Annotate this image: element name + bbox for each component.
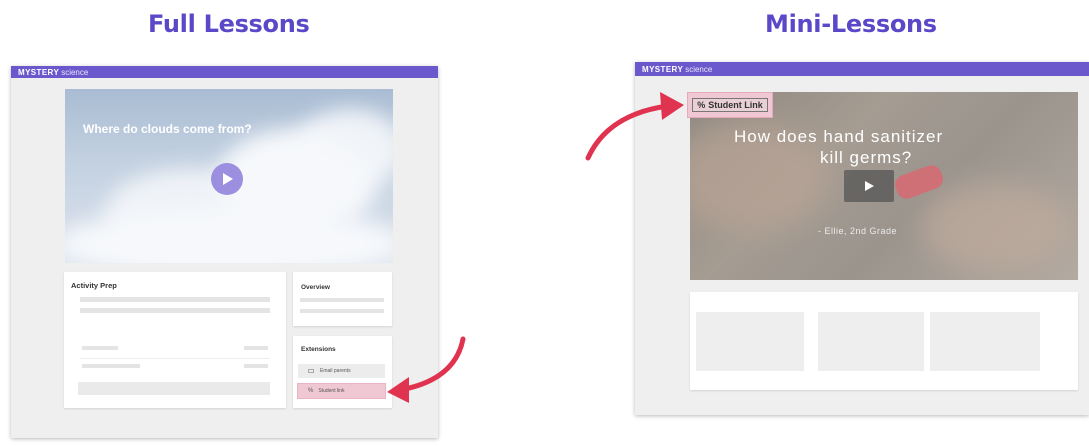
- placeholder-line: [80, 297, 270, 302]
- top-navigation-bar: MYSTERY science: [11, 66, 438, 78]
- activity-prep-title: Activity Prep: [71, 281, 117, 290]
- divider: [80, 358, 270, 359]
- full-lesson-screenshot: MYSTERY science Where do clouds come fro…: [11, 66, 438, 438]
- placeholder-box: [930, 312, 1040, 371]
- bottle-cap: [892, 162, 946, 202]
- link-icon: %: [697, 100, 706, 110]
- link-icon: %: [308, 388, 314, 394]
- logo-science-text: science: [61, 67, 89, 77]
- overview-title: Overview: [301, 284, 330, 291]
- play-icon: [223, 173, 233, 185]
- placeholder-block: [78, 382, 270, 395]
- play-button[interactable]: [844, 170, 894, 202]
- extensions-title: Extensions: [301, 346, 336, 353]
- student-link-button[interactable]: % Student Link: [687, 92, 773, 118]
- cloud-shape: [65, 209, 393, 263]
- mini-lessons-heading: Mini-Lessons: [765, 10, 937, 38]
- top-navigation-bar: MYSTERY science: [635, 62, 1089, 76]
- activities-card: [690, 292, 1078, 390]
- placeholder-line: [80, 308, 270, 313]
- placeholder-line: [244, 364, 268, 368]
- placeholder-line: [82, 364, 140, 368]
- mini-lesson-screenshot: MYSTERY science How does hand sanitizer …: [635, 62, 1089, 415]
- play-icon: [865, 181, 874, 191]
- lesson-video-player[interactable]: Where do clouds come from?: [65, 89, 393, 263]
- activity-prep-card: Activity Prep: [64, 272, 286, 408]
- placeholder-box: [818, 312, 924, 371]
- logo-science-text: science: [685, 64, 713, 74]
- envelope-icon: [308, 369, 314, 373]
- placeholder-line: [300, 298, 384, 302]
- full-lessons-heading: Full Lessons: [148, 10, 310, 38]
- placeholder-line: [300, 309, 384, 313]
- placeholder-line: [244, 346, 268, 350]
- video-title-line-1: How does hand sanitizer: [734, 127, 944, 146]
- hand-shape: [920, 182, 1070, 272]
- extension-label: Email parents: [320, 368, 351, 374]
- student-link-item[interactable]: % Student link: [297, 383, 386, 399]
- curved-arrow-to-student-link: [387, 336, 466, 403]
- extensions-card: Extensions Email parents % Student link: [293, 336, 392, 408]
- placeholder-box: [696, 312, 804, 371]
- placeholder-line: [82, 346, 118, 350]
- student-link-inner: % Student Link: [692, 98, 768, 112]
- extension-label: Student link: [318, 388, 345, 394]
- curved-arrow-to-mini-student-link: [585, 92, 684, 161]
- play-button[interactable]: [211, 163, 243, 195]
- video-title: Where do clouds come from?: [83, 122, 252, 136]
- student-link-label: Student Link: [708, 100, 763, 110]
- video-credit: - Ellie, 2nd Grade: [818, 226, 898, 236]
- mystery-science-logo[interactable]: MYSTERY: [642, 65, 683, 74]
- video-title-line-2: kill germs?: [820, 148, 913, 167]
- mystery-science-logo[interactable]: MYSTERY: [18, 68, 59, 77]
- email-parents-item[interactable]: Email parents: [298, 364, 385, 378]
- mini-lesson-video-player[interactable]: How does hand sanitizer kill germs? - El…: [690, 92, 1078, 280]
- overview-card: Overview: [293, 272, 392, 326]
